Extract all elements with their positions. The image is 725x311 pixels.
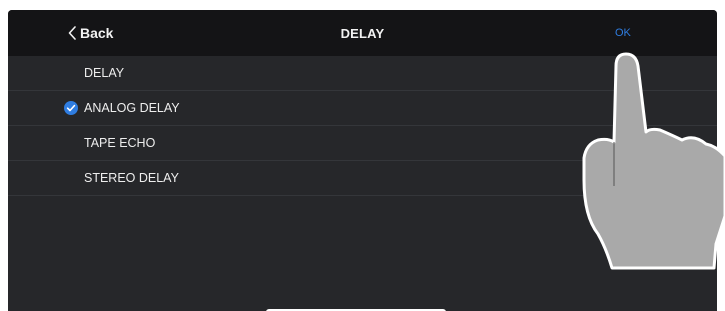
delay-type-list: DELAY ANALOG DELAY TAPE ECHO STEREO DELA… bbox=[8, 56, 717, 196]
ok-button[interactable]: OK bbox=[615, 27, 631, 39]
app-screen: Back DELAY OK DELAY ANALOG DELAY TAPE EC… bbox=[8, 10, 717, 311]
list-item-tape-echo[interactable]: TAPE ECHO bbox=[8, 126, 717, 161]
list-item-label: DELAY bbox=[84, 66, 125, 80]
list-item-delay[interactable]: DELAY bbox=[8, 56, 717, 91]
list-item-label: TAPE ECHO bbox=[84, 136, 156, 150]
checkmark-circle-icon bbox=[64, 101, 78, 115]
list-item-analog-delay[interactable]: ANALOG DELAY bbox=[8, 91, 717, 126]
page-title: DELAY bbox=[340, 26, 385, 41]
navigation-bar: Back DELAY OK bbox=[8, 10, 717, 56]
list-item-label: ANALOG DELAY bbox=[84, 101, 180, 115]
list-item-stereo-delay[interactable]: STEREO DELAY bbox=[8, 161, 717, 196]
list-item-label: STEREO DELAY bbox=[84, 171, 179, 185]
